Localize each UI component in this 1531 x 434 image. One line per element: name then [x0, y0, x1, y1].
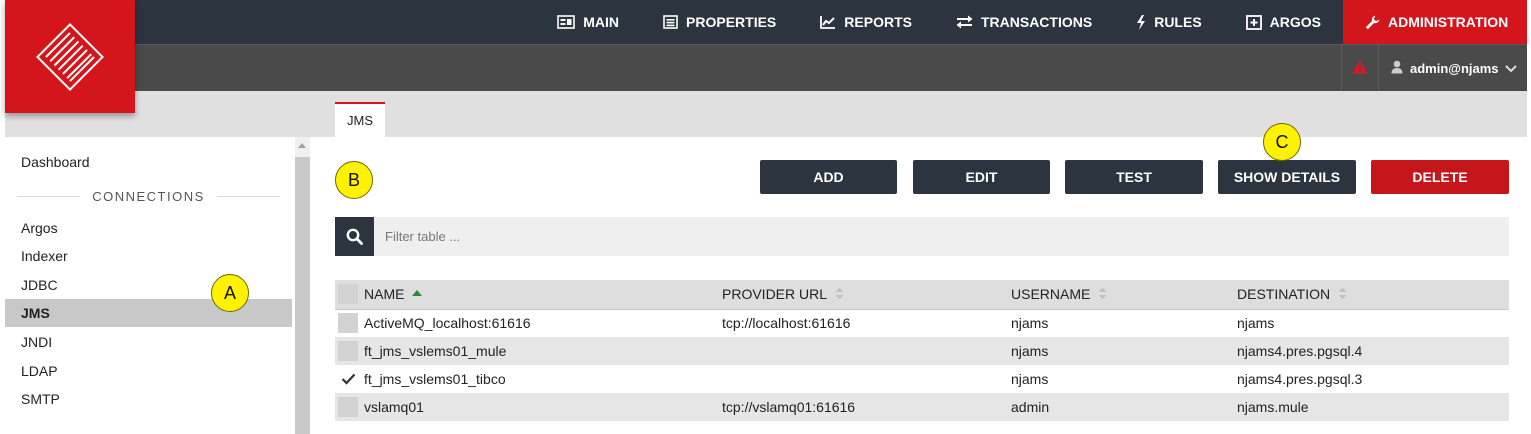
sidebar-scrollbar-thumb[interactable] [295, 157, 310, 434]
row-checkbox[interactable] [338, 313, 358, 334]
row-checkbox[interactable] [338, 341, 358, 361]
select-all-checkbox[interactable] [338, 284, 358, 305]
transactions-icon [956, 15, 973, 29]
edit-button[interactable]: EDIT [913, 160, 1050, 194]
sort-icon [1338, 287, 1347, 303]
sort-ascending-icon [412, 290, 423, 297]
tab-bar [310, 91, 1527, 137]
table-header-row: NAME PROVIDER URL USERNAME DESTINATION [335, 280, 1509, 310]
sidebar-item-argos[interactable]: Argos [5, 214, 292, 242]
nav-main[interactable]: MAIN [535, 0, 641, 44]
nav-reports[interactable]: REPORTS [798, 0, 934, 44]
sidebar-item-jms[interactable]: JMS [5, 299, 292, 327]
cell-name: ActiveMQ_localhost:61616 [364, 309, 722, 337]
filter-bar [335, 217, 1509, 256]
main-nav: MAIN PROPERTIES REPORTS TRANSACTIONS RUL… [535, 0, 1527, 44]
cell-name: ft_jms_vslems01_mule [364, 337, 722, 365]
nav-rules[interactable]: RULES [1114, 0, 1223, 44]
rules-icon [1136, 14, 1146, 30]
nav-properties[interactable]: PROPERTIES [641, 0, 798, 44]
checkmark-icon [341, 373, 355, 385]
argos-icon [1245, 14, 1262, 30]
section-divider [216, 195, 280, 197]
sidebar-item-jdbc[interactable]: JDBC [5, 271, 292, 299]
cell-name: ft_jms_vslems01_tibco [364, 365, 722, 393]
alert-button[interactable] [1341, 45, 1379, 92]
sidebar: Dashboard CONNECTIONS Argos Indexer JDBC… [5, 137, 295, 434]
section-label: CONNECTIONS [92, 188, 205, 204]
cell-username: njams [1011, 309, 1237, 337]
cell-username: njams [1011, 337, 1237, 365]
column-header-name[interactable]: NAME [364, 280, 722, 310]
warning-icon [1352, 60, 1368, 77]
table-row[interactable]: ActiveMQ_localhost:61616 tcp://localhost… [335, 309, 1509, 337]
nav-transactions[interactable]: TRANSACTIONS [934, 0, 1114, 44]
cell-provider-url: tcp://vslamq01:61616 [722, 393, 1011, 421]
callout-c: C [1263, 123, 1301, 161]
sub-header-bar: admin@njams [5, 44, 1527, 92]
table-row[interactable]: vslamq01 tcp://vslamq01:61616 admin njam… [335, 393, 1509, 421]
app-logo[interactable] [5, 0, 135, 113]
nav-reports-label: REPORTS [844, 14, 912, 30]
search-icon [346, 228, 363, 245]
user-name: admin@njams [1410, 61, 1499, 76]
sidebar-item-ldap[interactable]: LDAP [5, 357, 292, 385]
top-nav-bar: MAIN PROPERTIES REPORTS TRANSACTIONS RUL… [5, 0, 1527, 44]
scroll-up-arrow-icon[interactable] [298, 143, 306, 148]
properties-icon [663, 15, 678, 29]
row-checkbox[interactable] [338, 397, 358, 417]
sidebar-item-indexer[interactable]: Indexer [5, 242, 292, 270]
sidebar-section-connections: CONNECTIONS [5, 188, 292, 204]
cell-name: vslamq01 [364, 393, 722, 421]
cell-destination: njams4.pres.pgsql.3 [1237, 365, 1509, 393]
nav-rules-label: RULES [1154, 14, 1202, 30]
column-header-provider-url[interactable]: PROVIDER URL [722, 280, 1011, 310]
column-header-username[interactable]: USERNAME [1011, 280, 1237, 310]
nav-transactions-label: TRANSACTIONS [980, 14, 1093, 30]
nav-main-label: MAIN [583, 14, 620, 30]
filter-input[interactable] [374, 217, 1509, 256]
sidebar-item-smtp[interactable]: SMTP [5, 385, 292, 413]
table-row[interactable]: ft_jms_vslems01_mule njams njams4.pres.p… [335, 337, 1509, 365]
section-divider [17, 195, 81, 197]
sort-icon [1098, 287, 1107, 303]
cell-username: njams [1011, 365, 1237, 393]
sidebar-item-dashboard[interactable]: Dashboard [5, 148, 292, 176]
nav-argos[interactable]: ARGOS [1224, 0, 1343, 44]
nav-administration-label: ADMINISTRATION [1388, 14, 1509, 30]
nav-argos-label: ARGOS [1269, 14, 1321, 30]
cell-provider-url [722, 365, 1011, 393]
callout-a: A [211, 274, 249, 312]
tab-jms[interactable]: JMS [335, 102, 385, 137]
row-checkbox-checked[interactable] [338, 369, 358, 389]
logo-icon [36, 22, 104, 91]
jms-connections-table: NAME PROVIDER URL USERNAME DESTINATION A… [335, 280, 1509, 421]
sort-icon [835, 287, 844, 303]
cell-provider-url: tcp://localhost:61616 [722, 309, 1011, 337]
chevron-down-icon [1504, 61, 1517, 76]
show-details-button[interactable]: SHOW DETAILS [1218, 160, 1356, 194]
user-icon [1391, 60, 1403, 77]
test-button[interactable]: TEST [1065, 160, 1203, 194]
wrench-icon [1365, 15, 1380, 30]
callout-b: B [335, 161, 373, 199]
nav-administration[interactable]: ADMINISTRATION [1343, 0, 1527, 44]
cell-provider-url [722, 337, 1011, 365]
search-button[interactable] [335, 217, 374, 256]
user-menu[interactable]: admin@njams [1379, 45, 1527, 92]
delete-button[interactable]: DELETE [1371, 160, 1509, 194]
reports-icon [820, 15, 836, 29]
sidebar-item-jndi[interactable]: JNDI [5, 328, 292, 356]
cell-username: admin [1011, 393, 1237, 421]
cell-destination: njams [1237, 309, 1509, 337]
main-icon [557, 15, 576, 29]
table-row[interactable]: ft_jms_vslems01_tibco njams njams4.pres.… [335, 365, 1509, 393]
cell-destination: njams4.pres.pgsql.4 [1237, 337, 1509, 365]
nav-properties-label: PROPERTIES [686, 14, 777, 30]
column-header-destination[interactable]: DESTINATION [1237, 280, 1509, 310]
cell-destination: njams.mule [1237, 393, 1509, 421]
add-button[interactable]: ADD [760, 160, 897, 194]
